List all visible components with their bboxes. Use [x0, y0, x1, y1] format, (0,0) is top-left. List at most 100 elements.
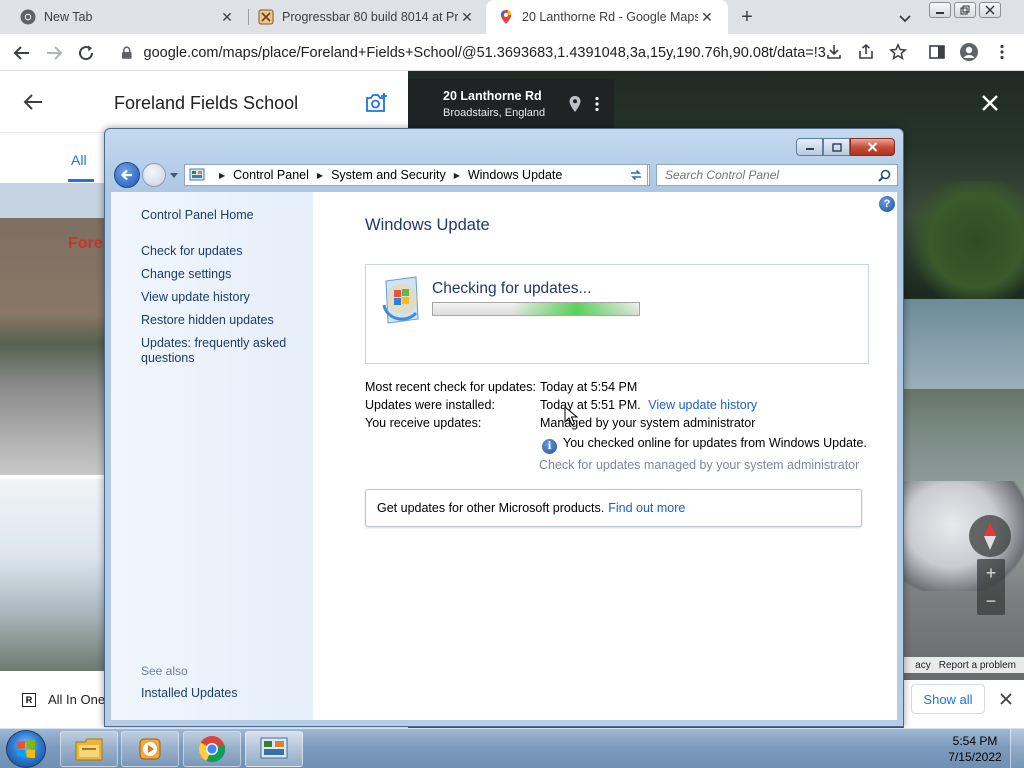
close-street-view-icon[interactable] [980, 93, 1000, 113]
install-app-button[interactable] [824, 42, 844, 62]
compass-button[interactable] [969, 515, 1011, 557]
clock-date: 7/15/2022 [948, 750, 1002, 764]
tab-progressbar[interactable]: Progressbar 80 build 8014 at Pro ✕ [238, 0, 488, 34]
view-update-history-link[interactable]: View update history [141, 290, 250, 305]
close-tab-icon[interactable]: ✕ [698, 8, 716, 26]
taskbar-media-center[interactable] [121, 731, 179, 767]
report-problem-link[interactable]: Report a problem [939, 660, 1016, 671]
check-for-updates-link[interactable]: Check for updates [141, 244, 242, 259]
chrome-icon [20, 9, 36, 25]
control-panel-search[interactable] [656, 164, 898, 186]
taskbar-windows-explorer[interactable] [60, 731, 118, 767]
address-breadcrumb-bar[interactable]: ▶ Control Panel ▶ System and Security ▶ … [184, 164, 650, 186]
system-clock[interactable]: 5:54 PM 7/15/2022 [940, 733, 1010, 765]
breadcrumb-separator-icon: ▶ [219, 170, 226, 180]
minimize-window-button[interactable] [796, 138, 823, 156]
window-controls [796, 138, 895, 156]
recent-check-value: Today at 5:54 PM [540, 380, 638, 394]
explorer-navigation-bar: ▶ Control Panel ▶ System and Security ▶ … [112, 162, 898, 190]
building [904, 299, 1024, 389]
more-options-icon[interactable] [592, 96, 602, 112]
tab-label: New Tab [44, 10, 93, 24]
place-title: Foreland Fields School [114, 93, 299, 113]
installed-label: Updates were installed: [365, 398, 495, 412]
window-controls [926, 2, 1001, 18]
back-button[interactable] [114, 162, 140, 188]
restore-hidden-updates-link[interactable]: Restore hidden updates [141, 313, 274, 328]
school-photo[interactable]: Fore [0, 183, 104, 475]
update-progress-bar [432, 302, 640, 316]
show-desktop-button[interactable] [1010, 729, 1024, 768]
change-settings-link[interactable]: Change settings [141, 267, 231, 282]
tab-search-chevron-icon[interactable] [896, 9, 914, 27]
side-panel-button[interactable] [927, 42, 947, 62]
see-also-heading: See also [141, 664, 188, 678]
avatar-icon [960, 43, 978, 61]
restore-window-button[interactable] [954, 2, 976, 18]
new-tab-button[interactable]: + [737, 7, 757, 27]
close-window-button[interactable] [979, 2, 1001, 18]
zoom-in-button[interactable]: + [977, 559, 1005, 587]
share-icon [859, 43, 873, 59]
close-window-button[interactable] [850, 138, 895, 156]
tab-google-maps[interactable]: 20 Lanthorne Rd - Google Maps ✕ [486, 0, 728, 34]
tab-all[interactable]: All [71, 152, 87, 168]
media-center-icon [139, 738, 161, 760]
google-maps-icon [500, 10, 512, 24]
location-pin-icon[interactable] [568, 95, 582, 113]
breadcrumb-windows-update[interactable]: Windows Update [468, 168, 563, 182]
registered-icon: R [22, 692, 36, 707]
minimize-icon [936, 12, 944, 14]
search-input[interactable] [665, 168, 875, 182]
street-photo[interactable] [0, 479, 104, 671]
restore-icon [960, 5, 970, 15]
control-panel-window: ▶ Control Panel ▶ System and Security ▶ … [104, 128, 904, 727]
start-button[interactable] [6, 730, 46, 768]
tab-underline [68, 179, 94, 182]
forward-button[interactable] [42, 41, 66, 65]
street-view-address-card: 20 Lanthorne Rd Broadstairs, England [408, 79, 614, 129]
back-button[interactable] [10, 41, 34, 65]
street-view-address: 20 Lanthorne Rd [443, 89, 542, 103]
browser-tab-strip: New Tab ✕ Progressbar 80 build 8014 at P… [0, 0, 1024, 34]
breadcrumb-control-panel[interactable]: Control Panel [233, 168, 309, 182]
zoom-out-button[interactable]: − [977, 587, 1005, 615]
refresh-button[interactable] [624, 164, 648, 186]
updates-faq-link[interactable]: Updates: frequently asked questions [141, 336, 291, 366]
chrome-menu-button[interactable] [992, 42, 1012, 62]
close-downloads-bar-icon[interactable] [996, 689, 1016, 709]
clock-time: 5:54 PM [952, 734, 998, 748]
bookmark-button[interactable] [888, 42, 908, 62]
close-tab-icon[interactable]: ✕ [458, 8, 476, 26]
get-updates-text: Get updates for other Microsoft products… [377, 501, 605, 515]
maximize-window-button[interactable] [823, 138, 850, 156]
show-all-button[interactable]: Show all [911, 684, 985, 714]
taskbar-chrome[interactable] [183, 731, 241, 767]
reload-button[interactable] [74, 41, 98, 65]
installed-updates-link[interactable]: Installed Updates [141, 686, 238, 701]
control-panel-home-link[interactable]: Control Panel Home [141, 208, 254, 223]
side-panel-icon [929, 45, 945, 59]
close-tab-icon[interactable]: ✕ [218, 8, 236, 26]
minimize-window-button[interactable] [929, 2, 951, 18]
profile-button[interactable] [959, 42, 979, 62]
share-button[interactable] [856, 42, 876, 62]
back-arrow-icon[interactable] [22, 91, 44, 113]
taskbar-control-panel[interactable] [245, 731, 303, 767]
managed-updates-link[interactable]: Check for updates managed by your system… [539, 458, 859, 472]
forward-button[interactable] [142, 163, 166, 187]
address-bar[interactable]: google.com/maps/place/Foreland+Fields+Sc… [108, 38, 826, 67]
find-out-more-link[interactable]: Find out more [608, 501, 685, 515]
online-check-text: You checked online for updates from Wind… [563, 436, 867, 450]
search-icon[interactable] [878, 169, 891, 182]
help-button[interactable]: ? [879, 196, 895, 212]
privacy-link[interactable]: acy [915, 660, 931, 671]
add-photo-icon[interactable] [364, 92, 388, 114]
browser-toolbar: google.com/maps/place/Foreland+Fields+Sc… [0, 34, 1024, 71]
tab-new-tab[interactable]: New Tab ✕ [0, 0, 248, 34]
breadcrumb-system-security[interactable]: System and Security [331, 168, 446, 182]
back-arrow-icon [13, 46, 29, 60]
view-update-history-inline-link[interactable]: View update history [648, 398, 757, 412]
receive-updates-label: You receive updates: [365, 416, 482, 430]
recent-pages-dropdown-icon[interactable] [170, 171, 178, 179]
